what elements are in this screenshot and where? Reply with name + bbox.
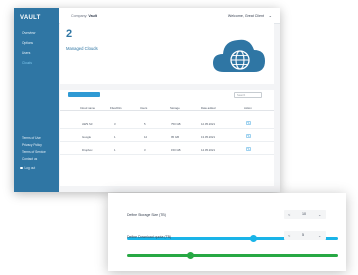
cell-cloud-name: Google xyxy=(82,135,92,139)
managed-clouds-card: 2 Managed Clouds xyxy=(60,22,274,84)
company-name: Vault xyxy=(88,14,97,18)
logout-label: Log out xyxy=(24,166,36,170)
quota-settings-modal: Define Storage Size (TB) < 10 ⌄ Define D… xyxy=(108,193,346,271)
chevron-down-icon[interactable]: ⌄ xyxy=(318,212,321,217)
managed-clouds-label: Managed Clouds xyxy=(66,46,98,51)
managed-clouds-count: 2 xyxy=(66,28,73,40)
download-quota-stepper[interactable]: < 5 ⌄ xyxy=(284,231,326,240)
cell-users: 12 xyxy=(144,135,148,139)
decrement-button[interactable]: < xyxy=(288,212,290,217)
table-row[interactable]: Dropbox 1 3 150 GB 14.05.2021 ✎ xyxy=(60,144,274,155)
cell-files: 1 xyxy=(114,148,116,152)
company-indicator: Company: Vault xyxy=(71,14,97,18)
decrement-button[interactable]: < xyxy=(288,233,290,238)
clouds-table-card: Search Cloud name Files/Dirs Users Stora… xyxy=(60,90,274,186)
storage-size-stepper[interactable]: < 10 ⌄ xyxy=(284,210,326,219)
column-header-users[interactable]: Users xyxy=(140,106,147,110)
column-header-date-added[interactable]: Date added xyxy=(201,106,215,110)
logout-button[interactable]: Log out xyxy=(20,166,35,170)
table-row[interactable]: AWS S3 3 5 750 GB 12.05.2021 ✎ xyxy=(60,118,274,129)
download-quota-slider-track[interactable] xyxy=(127,254,338,257)
storage-size-label: Define Storage Size (TB) xyxy=(127,213,166,217)
sidebar-item-clouds[interactable]: Clouds xyxy=(22,61,32,65)
column-header-cloud-name[interactable]: Cloud name xyxy=(80,106,95,110)
cell-storage: 95 GB xyxy=(171,135,179,139)
storage-size-value: 10 xyxy=(302,212,306,216)
cell-users: 3 xyxy=(144,148,146,152)
logout-icon xyxy=(20,166,23,170)
company-label: Company: xyxy=(71,14,88,18)
download-quota-value: 5 xyxy=(302,233,304,237)
sidebar-item-options[interactable]: Options xyxy=(22,41,33,45)
footer-link-terms-of-service[interactable]: Terms of Service xyxy=(22,150,46,154)
storage-size-slider-thumb[interactable] xyxy=(250,235,258,242)
search-input[interactable]: Search xyxy=(234,92,262,98)
cell-cloud-name: Dropbox xyxy=(82,148,93,152)
cell-date-added: 14.05.2021 xyxy=(201,148,215,152)
cell-users: 5 xyxy=(144,122,146,126)
user-menu[interactable]: Welcome, Great Client xyxy=(228,14,264,18)
table-row[interactable]: Google 1 12 95 GB 13.05.2021 ✎ xyxy=(60,131,274,142)
cell-date-added: 12.05.2021 xyxy=(201,122,215,126)
app-logo: VAULT xyxy=(20,15,41,21)
footer-link-terms-of-use[interactable]: Terms of Use xyxy=(22,136,41,140)
footer-link-privacy-policy[interactable]: Privacy Policy xyxy=(22,143,42,147)
cell-cloud-name: AWS S3 xyxy=(82,122,93,126)
sidebar-item-users[interactable]: Users xyxy=(22,51,30,55)
edit-icon[interactable]: ✎ xyxy=(246,121,251,125)
edit-icon[interactable]: ✎ xyxy=(246,147,251,151)
add-cloud-button[interactable] xyxy=(68,92,100,97)
cell-storage: 150 GB xyxy=(171,148,181,152)
cell-files: 1 xyxy=(114,135,116,139)
download-quota-label: Define Download quota (TB) xyxy=(127,235,172,239)
chevron-down-icon[interactable]: ⌄ xyxy=(269,13,272,18)
cell-date-added: 13.05.2021 xyxy=(201,135,215,139)
sidebar: VAULT Overview Options Users Clouds Term… xyxy=(14,8,59,192)
column-header-storage[interactable]: Storage xyxy=(170,106,180,110)
sidebar-item-overview[interactable]: Overview xyxy=(22,31,35,35)
cell-files: 3 xyxy=(114,122,116,126)
edit-icon[interactable]: ✎ xyxy=(246,134,251,138)
chevron-down-icon[interactable]: ⌄ xyxy=(318,233,321,238)
cell-storage: 750 GB xyxy=(171,122,181,126)
download-quota-slider-thumb[interactable] xyxy=(186,252,194,259)
footer-link-contact[interactable]: Contact us xyxy=(22,157,37,161)
column-header-files[interactable]: Files/Dirs xyxy=(110,106,122,110)
table-header: Cloud name Files/Dirs Users Storage Date… xyxy=(60,105,274,111)
cloud-globe-icon xyxy=(213,39,265,72)
column-header-action: Action xyxy=(244,106,252,110)
